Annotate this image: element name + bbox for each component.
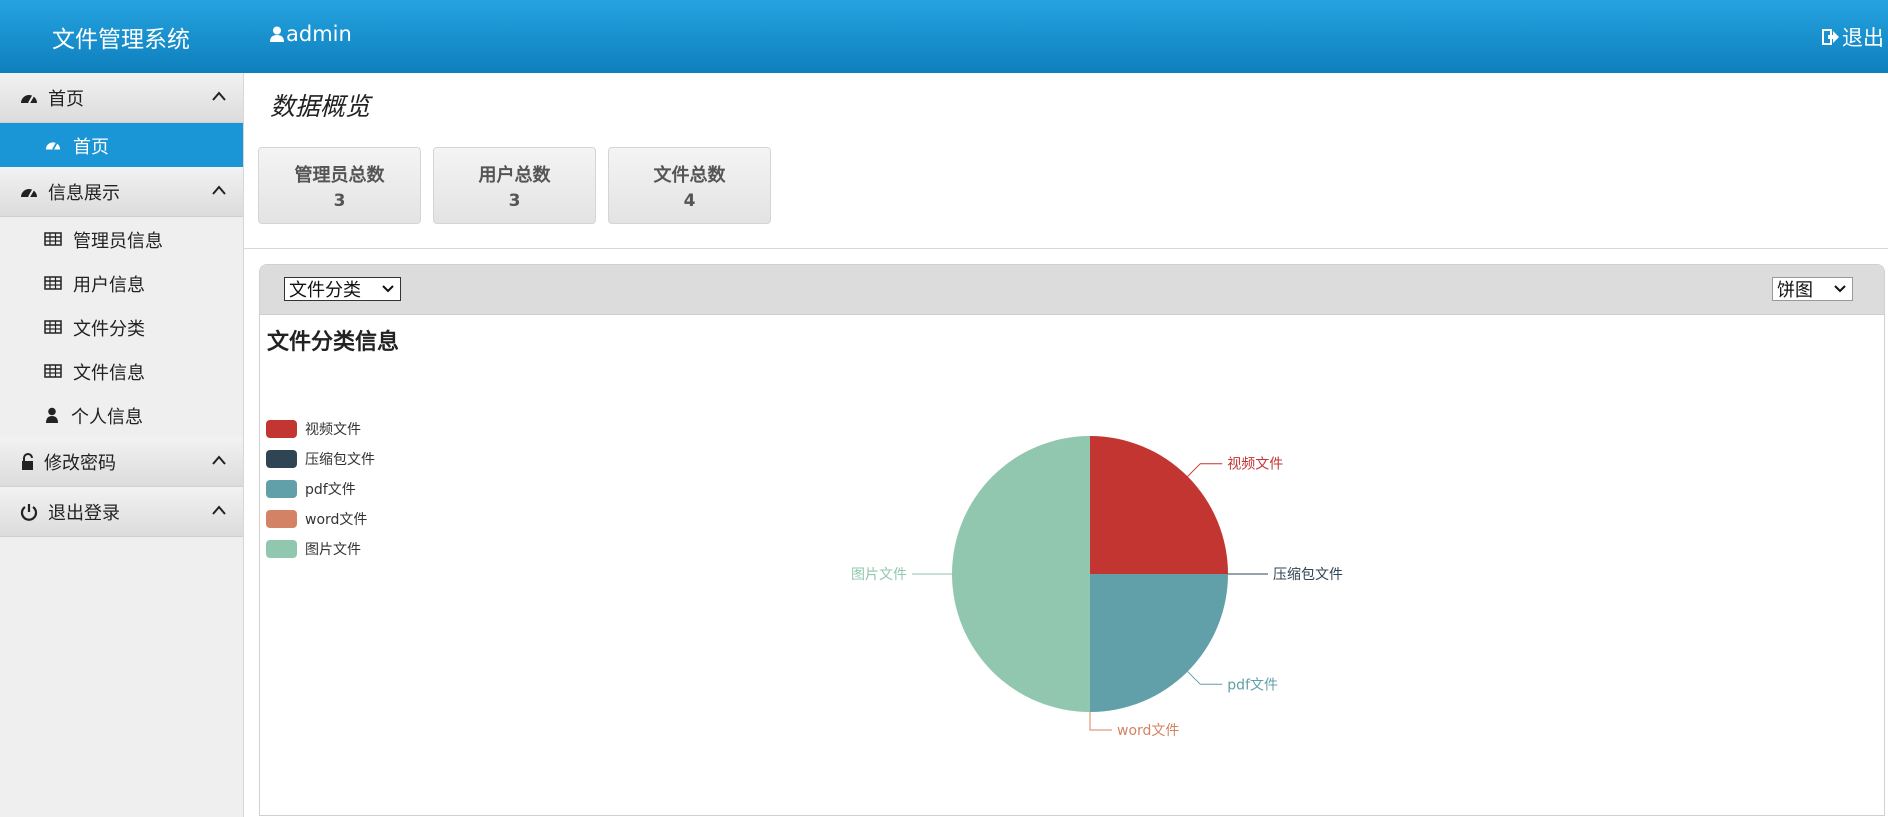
table-icon [44,320,62,334]
chevron-up-icon [212,91,226,101]
sidebar-item-user-info[interactable]: 用户信息 [0,261,243,305]
pie-slice [952,436,1090,712]
stat-card-admins: 管理员总数 3 [258,147,421,224]
power-icon [20,504,38,521]
sidebar-item-label: 文件信息 [73,363,145,384]
legend-swatch [266,450,297,468]
page-title: 数据概览 [270,92,371,121]
slice-label: 视频文件 [1227,457,1283,473]
legend-swatch [266,480,297,498]
chevron-up-icon [212,455,226,465]
sidebar-group-label: 首页 [48,89,84,110]
slice-label: pdf文件 [1227,677,1278,693]
chart-panel-header: 文件分类 饼图 [260,265,1884,315]
logout-label: 退出 [1842,26,1884,50]
stat-value: 4 [683,191,696,211]
stat-label: 用户总数 [478,165,551,186]
label-line [1089,712,1112,731]
sidebar-item-label: 管理员信息 [73,231,163,252]
chart-panel: 文件分类 饼图 文件分类信息 视频文件 压缩包文件 pdf文件 word文件 图片文件视… [259,264,1885,816]
legend-swatch [266,420,297,438]
sidebar-item-admin-info[interactable]: 管理员信息 [0,217,243,261]
chevron-down-icon [382,285,394,293]
category-select-value: 文件分类 [289,280,361,301]
sidebar-item-home[interactable]: 首页 [0,123,243,167]
divider [244,248,1888,249]
pie-slice [1090,574,1228,712]
pie-chart: 视频文件压缩包文件pdf文件word文件图片文件视频文件压缩包文件pdf文件wo… [266,420,1343,739]
stat-value: 3 [333,191,346,211]
slice-label: 图片文件 [851,567,907,583]
slice-label: word文件 [1117,723,1179,739]
sign-out-icon [1822,29,1839,45]
legend-swatch [266,510,297,528]
sidebar-item-label: 首页 [73,137,109,158]
chart-type-select[interactable]: 饼图 [1772,277,1853,301]
sidebar-group-logout[interactable]: 退出登录 [0,487,243,537]
legend-label: pdf文件 [305,482,356,498]
sidebar-group-change-password[interactable]: 修改密码 [0,437,243,487]
table-icon [44,364,62,378]
unlock-icon [22,453,33,470]
legend-label: 图片文件 [305,542,361,558]
pie-slice [1090,436,1228,574]
slice-label: 压缩包文件 [1273,567,1343,583]
stat-value: 3 [508,191,521,211]
sidebar: 首页 首页 信息展示 管理员信息 用户信息 文件分类 文件信息 个人信息 修改密… [0,73,244,817]
legend-label: 视频文件 [305,422,361,438]
username: admin [286,22,352,46]
sidebar-item-label: 个人信息 [71,407,143,428]
sidebar-group-info[interactable]: 信息展示 [0,167,243,217]
app-title: 文件管理系统 [52,27,190,53]
sidebar-group-label: 信息展示 [48,183,120,204]
dashboard-icon [45,142,61,150]
stat-card-files: 文件总数 4 [608,147,771,224]
main-content: 数据概览 管理员总数 3 用户总数 3 文件总数 4 文件分类 饼图 文件分类信… [244,73,1888,817]
logout-button[interactable]: 退出 [1822,22,1884,52]
sidebar-item-file-category[interactable]: 文件分类 [0,305,243,349]
label-line [1187,463,1223,477]
label-line [1187,671,1223,685]
sidebar-item-profile[interactable]: 个人信息 [0,393,243,437]
category-select[interactable]: 文件分类 [284,277,401,301]
sidebar-item-file-info[interactable]: 文件信息 [0,349,243,393]
stat-label: 管理员总数 [294,165,385,186]
dashboard-icon [21,189,37,198]
sidebar-group-home[interactable]: 首页 [0,73,243,123]
table-icon [44,276,62,290]
chevron-up-icon [212,505,226,515]
chart-type-select-value: 饼图 [1777,280,1813,301]
table-icon [44,232,62,246]
sidebar-item-label: 文件分类 [73,319,145,340]
user-icon [46,407,58,423]
dashboard-icon [21,95,37,104]
legend-swatch [266,540,297,558]
chevron-down-icon [1834,285,1846,293]
current-user[interactable]: admin [270,22,352,46]
stat-card-users: 用户总数 3 [433,147,596,224]
chevron-up-icon [212,185,226,195]
sidebar-group-label: 退出登录 [48,503,120,524]
user-icon [270,26,284,42]
sidebar-item-label: 用户信息 [73,275,145,296]
legend-label: 压缩包文件 [305,452,375,468]
legend-label: word文件 [305,512,367,528]
top-navbar: 文件管理系统 admin 退出 [0,0,1888,73]
sidebar-group-label: 修改密码 [44,453,116,474]
stat-label: 文件总数 [653,165,726,186]
